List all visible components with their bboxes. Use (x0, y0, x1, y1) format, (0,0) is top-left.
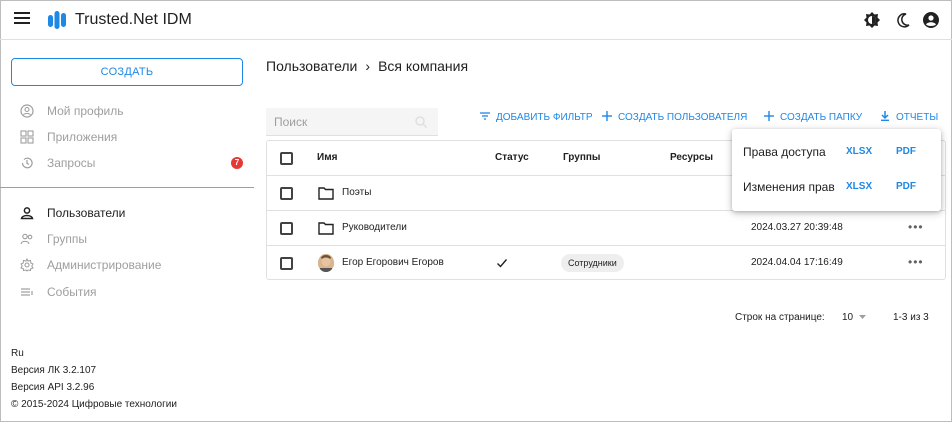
create-user-button[interactable]: СОЗДАТЬ ПОЛЬЗОВАТЕЛЯ (602, 111, 747, 123)
person-icon (20, 207, 34, 220)
rows-per-page-select[interactable]: 10 (842, 312, 867, 323)
breadcrumb: Пользователи › Вся компания (266, 58, 468, 74)
sidebar-item-events[interactable]: События (0, 281, 254, 303)
history-icon (21, 157, 33, 169)
reports-button[interactable]: ОТЧЕТЫ (880, 111, 938, 123)
plus-icon (764, 111, 774, 121)
search-input[interactable] (274, 115, 404, 129)
account-icon[interactable] (922, 11, 940, 29)
rows-per-page-value: 10 (842, 312, 854, 323)
breadcrumb-current: Вся компания (378, 58, 469, 74)
account-circle-icon (20, 104, 34, 118)
reports-label: ОТЧЕТЫ (896, 112, 939, 123)
pagination-range: 1-3 из 3 (893, 312, 929, 323)
logo-icon (48, 11, 66, 29)
chevron-down-icon (859, 315, 867, 319)
report-label-access-rights: Права доступа (743, 145, 826, 159)
download-icon (881, 111, 889, 121)
sidebar-item-label: Приложения (47, 130, 118, 144)
table-row[interactable]: Руководители 2024.03.27 20:39:48 ••• (267, 211, 945, 246)
breadcrumb-root[interactable]: Пользователи (266, 58, 357, 74)
events-icon (21, 288, 33, 296)
sidebar-divider (0, 187, 254, 188)
row-checkbox[interactable] (280, 187, 293, 200)
create-user-label: СОЗДАТЬ ПОЛЬЗОВАТЕЛЯ (618, 112, 748, 123)
group-icon (20, 233, 33, 245)
reports-menu-item: Изменения прав XLSX PDF (732, 169, 941, 205)
add-filter-label: ДОБАВИТЬ ФИЛЬТР (496, 112, 593, 123)
reports-menu: Права доступа XLSX PDF Изменения прав XL… (732, 129, 941, 211)
version-lk: Версия ЛК 3.2.107 (11, 365, 97, 376)
row-date: 2024.04.04 17:16:49 (751, 257, 843, 268)
sidebar-item-label: Группы (47, 232, 87, 246)
filter-icon (480, 112, 490, 120)
create-folder-button[interactable]: СОЗДАТЬ ПАПКУ (764, 111, 862, 123)
sidebar-item-applications[interactable]: Приложения (0, 126, 254, 148)
report-xlsx-link[interactable]: XLSX (846, 181, 872, 192)
check-icon (497, 259, 508, 268)
sidebar-item-label: Администрирование (47, 258, 162, 272)
search-icon[interactable] (414, 115, 428, 129)
rows-per-page-label: Строк на странице: (735, 312, 825, 323)
language-switch[interactable]: Ru (11, 348, 24, 359)
report-label-rights-changes: Изменения прав (743, 180, 835, 194)
app-header: Trusted.Net IDM (0, 0, 952, 40)
add-filter-button[interactable]: ДОБАВИТЬ ФИЛЬТР (480, 111, 593, 123)
row-name[interactable]: Егор Егорович Егоров (342, 257, 444, 268)
apps-icon (20, 130, 34, 144)
row-name[interactable]: Руководители (342, 222, 407, 233)
row-more-button[interactable]: ••• (908, 220, 924, 234)
version-api: Версия API 3.2.96 (11, 382, 95, 393)
settings-icon (20, 258, 34, 272)
create-folder-label: СОЗДАТЬ ПАПКУ (780, 112, 863, 123)
column-header-name[interactable]: Имя (317, 152, 337, 163)
plus-icon (602, 111, 612, 121)
avatar (318, 254, 334, 272)
menu-icon[interactable] (14, 12, 30, 26)
reports-menu-item: Права доступа XLSX PDF (732, 134, 941, 170)
sidebar-item-administration[interactable]: Администрирование (0, 254, 254, 276)
report-pdf-link[interactable]: PDF (896, 146, 916, 157)
app-title: Trusted.Net IDM (75, 11, 192, 28)
report-pdf-link[interactable]: PDF (896, 181, 916, 192)
folder-icon (318, 187, 334, 200)
breadcrumb-separator: › (365, 58, 371, 74)
sidebar-item-label: Пользователи (47, 206, 126, 220)
report-xlsx-link[interactable]: XLSX (846, 146, 872, 157)
row-more-button[interactable]: ••• (908, 255, 924, 269)
folder-icon (318, 222, 334, 235)
create-button[interactable]: СОЗДАТЬ (11, 58, 243, 86)
copyright: © 2015-2024 Цифровые технологии (11, 399, 177, 410)
row-checkbox[interactable] (280, 222, 293, 235)
column-header-groups[interactable]: Группы (563, 152, 600, 163)
sidebar-item-label: Запросы (47, 156, 96, 170)
select-all-checkbox[interactable] (280, 152, 293, 165)
sidebar-item-requests[interactable]: Запросы 7 (0, 152, 254, 174)
brightness-icon[interactable] (863, 11, 881, 29)
requests-count-badge: 7 (231, 157, 243, 169)
sidebar-item-groups[interactable]: Группы (0, 228, 254, 250)
column-header-resources[interactable]: Ресурсы (670, 152, 713, 163)
table-row[interactable]: Егор Егорович Егоров Сотрудники 2024.04.… (267, 246, 945, 281)
row-name[interactable]: Поэты (342, 187, 371, 198)
sidebar-item-users[interactable]: Пользователи (0, 202, 254, 224)
sidebar-item-label: События (47, 285, 97, 299)
sidebar-item-my-profile[interactable]: Мой профиль (0, 100, 254, 122)
sidebar-item-label: Мой профиль (47, 104, 124, 118)
column-header-status[interactable]: Статус (495, 152, 529, 163)
search-box (266, 108, 438, 136)
group-chip[interactable]: Сотрудники (561, 254, 624, 272)
row-date: 2024.03.27 20:39:48 (751, 222, 843, 233)
row-checkbox[interactable] (280, 257, 293, 270)
dark-mode-icon[interactable] (895, 11, 913, 29)
